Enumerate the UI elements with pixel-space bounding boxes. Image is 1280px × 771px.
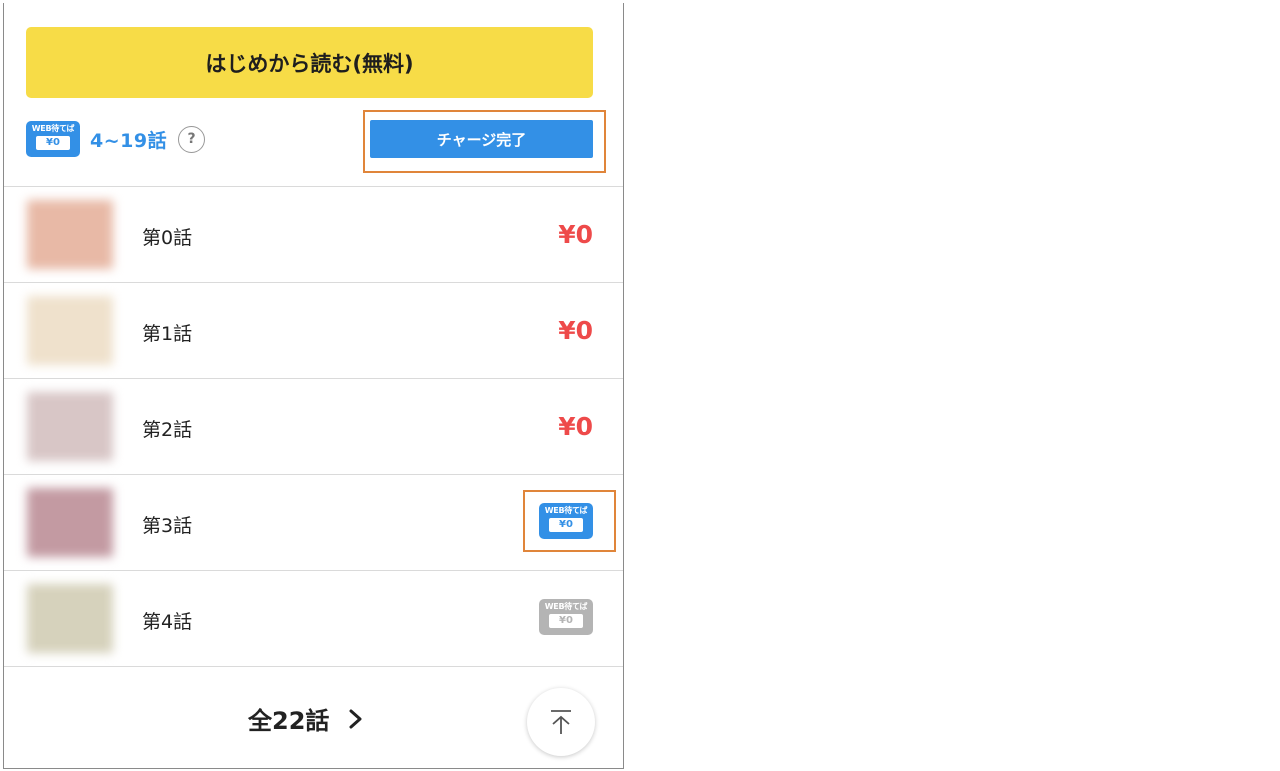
episode-row[interactable]: 第2話 ¥0 bbox=[4, 379, 623, 474]
chevron-right-icon bbox=[349, 709, 362, 728]
charge-complete-button[interactable]: チャージ完了 bbox=[370, 120, 593, 158]
web-wait-badge-inactive-icon: WEB待てば ¥0 bbox=[539, 599, 593, 635]
episode-title: 第1話 bbox=[142, 323, 193, 345]
episode-title: 第3話 bbox=[142, 515, 193, 537]
episode-badge-top: WEB待てば bbox=[544, 602, 588, 611]
arrow-up-to-top-icon bbox=[551, 710, 571, 734]
web-wait-badge-price: ¥0 bbox=[36, 136, 70, 150]
episode-thumbnail bbox=[27, 488, 113, 557]
web-wait-section: WEB待てば ¥0 4~19話 ? bbox=[26, 118, 206, 160]
episode-3-badge-highlight bbox=[523, 490, 616, 552]
episode-row[interactable]: 第4話 WEB待てば ¥0 bbox=[4, 571, 623, 666]
episode-title: 第0話 bbox=[142, 227, 193, 249]
episode-thumbnail bbox=[27, 392, 113, 461]
episode-title: 第2話 bbox=[142, 419, 193, 441]
all-episodes-label: 全22話 bbox=[248, 707, 330, 735]
episode-thumbnail bbox=[27, 296, 113, 365]
scroll-to-top-button[interactable] bbox=[527, 688, 595, 756]
footer-divider bbox=[4, 666, 623, 667]
episode-thumbnail bbox=[27, 584, 113, 653]
episode-title: 第4話 bbox=[142, 611, 193, 633]
web-wait-badge-top: WEB待てば bbox=[31, 124, 75, 133]
episode-row[interactable]: 第1話 ¥0 bbox=[4, 283, 623, 378]
episode-price: ¥0 bbox=[558, 316, 593, 345]
web-wait-badge-icon: WEB待てば ¥0 bbox=[26, 121, 80, 157]
read-from-start-button[interactable]: はじめから読む(無料) bbox=[26, 27, 593, 98]
episode-row[interactable]: 第0話 ¥0 bbox=[4, 187, 623, 282]
wait-episode-range: 4~19話 bbox=[90, 129, 168, 152]
episode-thumbnail bbox=[27, 200, 113, 269]
episode-price: ¥0 bbox=[558, 412, 593, 441]
episode-price: ¥0 bbox=[558, 220, 593, 249]
all-episodes-link[interactable]: 全22話 bbox=[248, 701, 367, 736]
episode-badge-price: ¥0 bbox=[549, 614, 583, 628]
help-icon[interactable]: ? bbox=[178, 125, 206, 153]
